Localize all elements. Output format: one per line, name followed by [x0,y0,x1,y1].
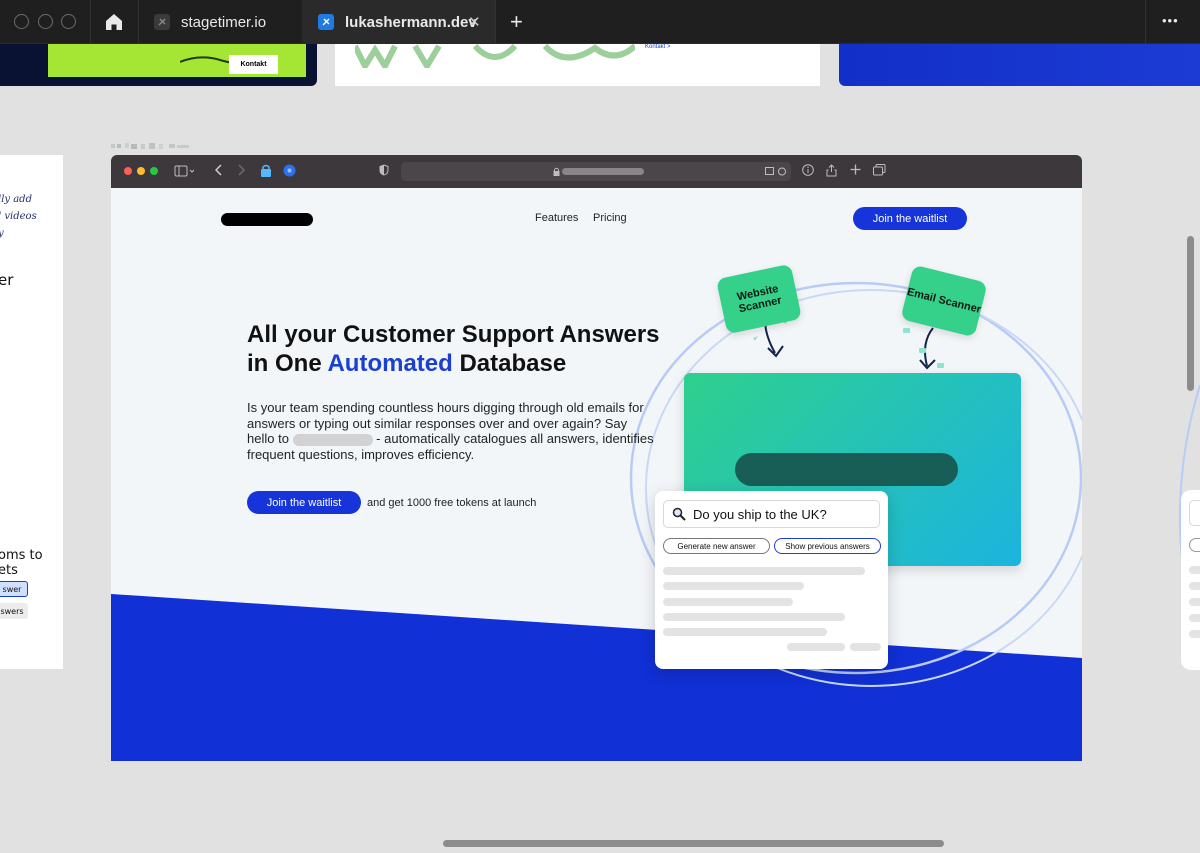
right-card-skeleton [1189,614,1200,622]
tab-label: stagetimer.io [181,13,267,31]
hero-heading-accent: Automated [327,350,453,377]
hero-heading-text: Database [452,350,567,377]
generate-answer-button[interactable]: Generate new answer [663,538,770,554]
right-card-input [1189,500,1200,526]
hero-description-text: Is your team spending countless hours di… [247,400,644,431]
left-preview-card[interactable]: lly add l videos y er oms to ets swer sw… [0,155,63,669]
join-waitlist-header-button[interactable]: Join the waitlist [853,207,967,230]
hero-heading-text: in One [247,350,328,377]
left-card-chip[interactable]: swers [0,603,28,619]
left-card-line: lly add [0,194,32,205]
more-options-button[interactable]: ••• [1162,13,1179,28]
show-previous-answers-button[interactable]: Show previous answers [774,538,881,554]
answer-skeleton-line [850,643,881,651]
question-input[interactable]: Do you ship to the UK? [663,500,880,528]
right-card-skeleton [1189,582,1200,590]
tab-overview-icon[interactable] [873,164,886,176]
hero-heading: All your Customer Support Answers in One… [247,320,667,378]
info-icon[interactable] [802,164,814,176]
redacted-product-name [292,433,373,446]
left-card-subheading: oms to ets [0,548,43,578]
hero-description: Is your team spending countless hours di… [247,400,657,462]
answer-skeleton-line [663,598,793,606]
question-text: Do you ship to the UK? [693,506,827,522]
vertical-scrollbar[interactable] [1187,236,1194,391]
join-waitlist-hero-button[interactable]: Join the waitlist [247,491,361,514]
thumbnail-wordmark-icon [355,44,635,68]
tab-divider [495,0,496,44]
window-close-button[interactable] [14,14,29,29]
home-icon[interactable] [103,12,125,32]
right-preview-card[interactable] [1181,490,1200,670]
left-card-line: l videos [0,211,37,222]
window-minimize-button[interactable] [38,14,53,29]
free-tokens-note: and get 1000 free tokens at launch [367,497,537,509]
right-card-skeleton [1189,598,1200,606]
window-title-placeholder-icon [111,143,189,149]
right-card-skeleton [1189,630,1200,638]
hero-heading-line-2: in One Automated Database [247,349,667,378]
lukashermann-favicon-icon [318,14,334,30]
translate-reload-icon[interactable] [765,166,787,177]
answer-skeleton-line [663,582,804,590]
forward-icon[interactable] [237,164,245,176]
main-preview-window[interactable]: Features Pricing Join the waitlist All y… [111,155,1082,761]
thumbnail-kontakt-link: Kontakt > [645,44,671,50]
question-card: Do you ship to the UK? Generate new answ… [655,491,888,669]
left-card-line: ets [0,563,18,578]
left-card-text: lly add l videos y [0,191,37,242]
database-panel-bar [735,453,958,486]
new-tab-icon[interactable] [850,164,861,175]
landing-page: Features Pricing Join the waitlist All y… [111,188,1082,761]
left-card-chip-active[interactable]: swer [0,581,28,597]
url-placeholder [562,168,644,175]
tab-divider [138,0,139,44]
lock-extension-icon[interactable] [260,164,272,177]
safari-zoom-button[interactable] [150,167,158,175]
safari-toolbar [111,155,1082,188]
right-card-pill [1189,538,1200,552]
answer-skeleton-line [787,643,845,651]
tab-divider [1145,0,1146,44]
sidebar-toggle-icon[interactable] [174,164,194,178]
tab-label: lukashermann.dev [345,13,477,31]
left-card-line: y [0,225,37,242]
address-bar[interactable] [401,162,791,181]
back-icon[interactable] [215,164,223,176]
browser-tab-bar: stagetimer.io lukashermann.dev ✕ + ••• [0,0,1200,44]
answer-skeleton-line [663,628,827,636]
hero-heading-line-1: All your Customer Support Answers [247,321,660,348]
tab-divider [90,0,91,44]
thumbnail-stagetimer[interactable]: Kontakt [0,44,317,86]
answer-skeleton-line [663,567,865,575]
share-icon[interactable] [826,164,837,177]
left-card-heading: er [0,271,14,289]
thumbnail-lukashermann[interactable]: Kontakt > [335,44,820,86]
answer-skeleton-line [663,613,845,621]
left-card-line: oms to [0,548,43,563]
stagetimer-favicon-icon [154,14,170,30]
tab-stagetimer[interactable]: stagetimer.io [154,0,302,44]
new-tab-button[interactable]: + [510,9,523,35]
nav-features[interactable]: Features [535,212,578,224]
extension-icon[interactable] [283,164,296,177]
thumbnail-third[interactable] [839,44,1200,86]
search-icon [672,507,686,521]
tab-lukashermann[interactable]: lukashermann.dev ✕ [302,0,495,44]
safari-minimize-button[interactable] [137,167,145,175]
site-logo[interactable] [221,213,313,226]
close-tab-icon[interactable]: ✕ [468,13,481,31]
safari-close-button[interactable] [124,167,132,175]
window-maximize-button[interactable] [61,14,76,29]
privacy-shield-icon[interactable] [379,164,389,176]
thumbnail-kontakt-button: Kontakt [229,55,278,74]
nav-pricing[interactable]: Pricing [593,212,627,224]
right-card-skeleton [1189,566,1200,574]
url-lock-icon [553,167,560,176]
horizontal-scrollbar[interactable] [443,840,944,847]
